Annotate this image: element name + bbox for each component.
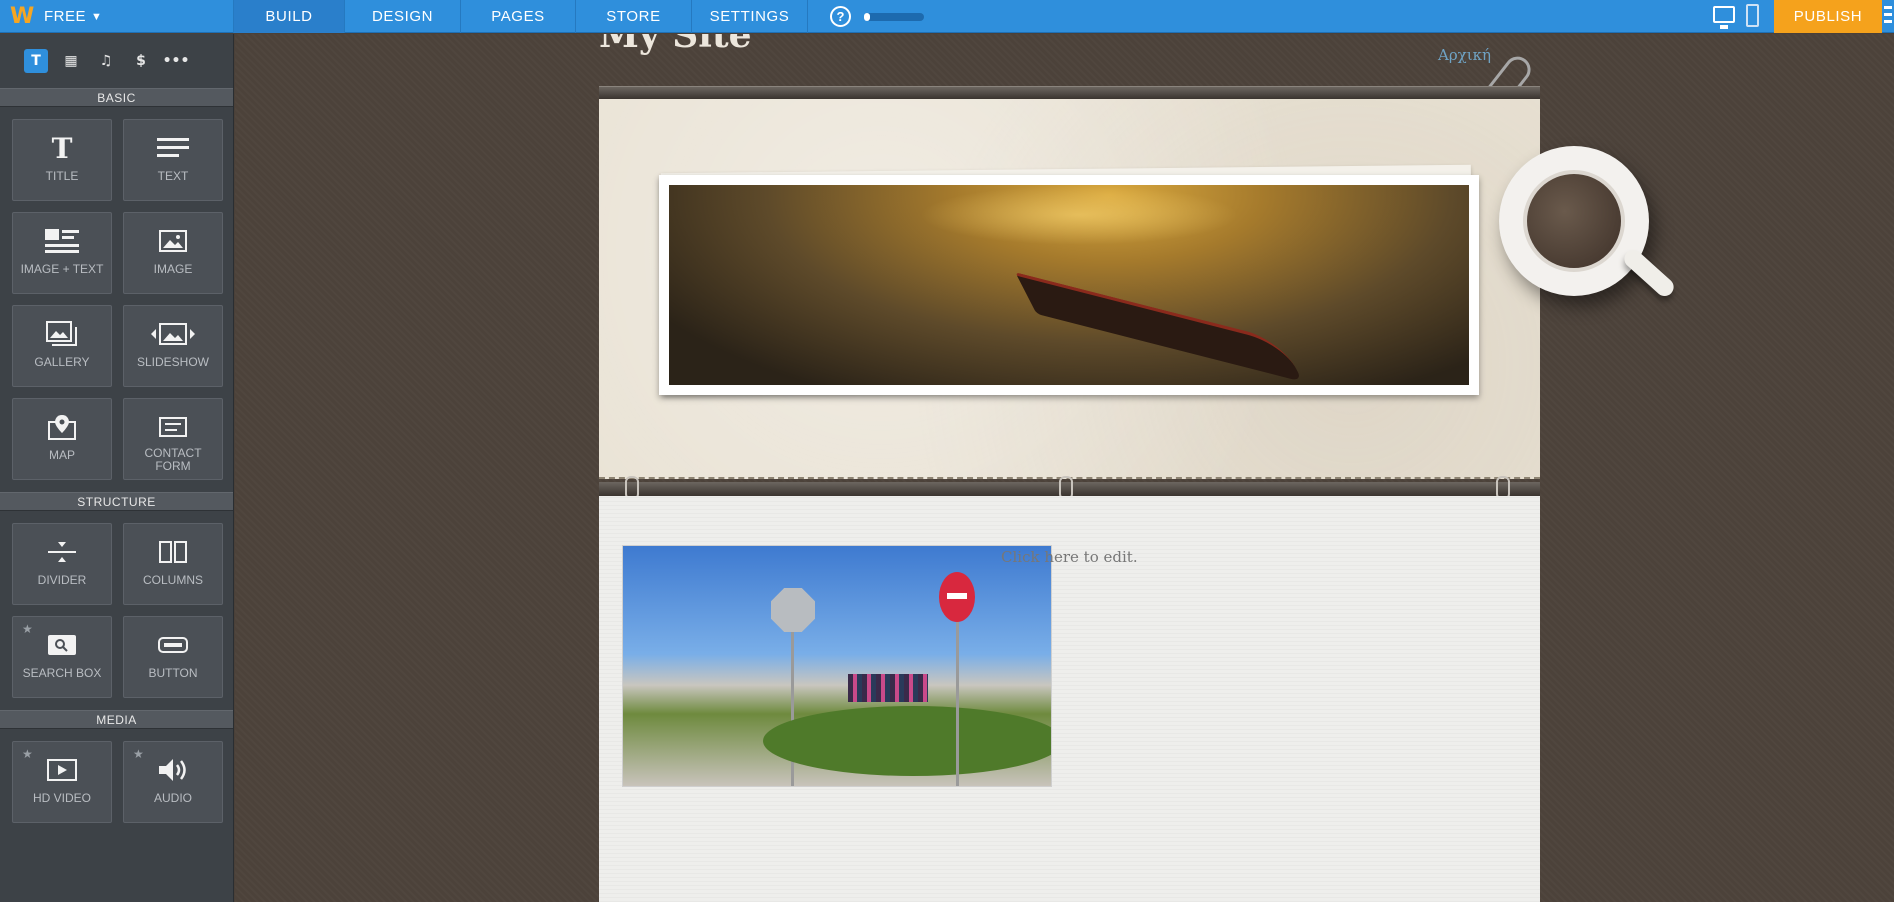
element-sidebar: T ▦ ♫ $ ••• BASIC T TITLE TEXT IMAGE + T…	[0, 34, 234, 902]
element-map[interactable]: MAP	[12, 398, 112, 480]
tile-label: SLIDESHOW	[136, 355, 209, 369]
layout-elements-icon[interactable]: ▦	[59, 49, 83, 73]
gallery-icon	[46, 316, 78, 352]
tile-label: TITLE	[45, 169, 79, 183]
tab-build[interactable]: BUILD	[234, 0, 345, 33]
map-pin-icon	[48, 409, 76, 445]
section-basic: BASIC	[0, 88, 233, 107]
tab-pages[interactable]: PAGES	[461, 0, 576, 33]
music-icon[interactable]: ♫	[94, 49, 118, 73]
section-structure: STRUCTURE	[0, 492, 233, 511]
people-group	[848, 674, 928, 702]
header-image-lake-boat	[669, 185, 1469, 385]
help-icon[interactable]: ?	[830, 6, 851, 27]
plan-label: FREE	[44, 8, 87, 25]
element-image[interactable]: IMAGE	[123, 212, 223, 294]
cup-handle	[1620, 246, 1678, 300]
sunlight-reflection	[919, 185, 1239, 245]
menu-icon[interactable]	[1884, 6, 1892, 26]
header-area[interactable]	[599, 99, 1540, 479]
header-image-frame[interactable]	[659, 175, 1479, 395]
text-icon	[157, 130, 189, 166]
editor-canvas: My Site Αρχική Click here to edit.	[235, 34, 1894, 902]
tile-label: MAP	[48, 448, 75, 462]
tile-label: IMAGE	[153, 262, 193, 276]
star-icon: ★	[133, 747, 144, 761]
speaker-icon	[157, 752, 189, 788]
content-area[interactable]: Click here to edit.	[599, 496, 1540, 902]
image-icon	[159, 223, 187, 259]
tile-label: IMAGE + TEXT	[20, 262, 104, 276]
element-gallery[interactable]: GALLERY	[12, 305, 112, 387]
sign-pole	[956, 620, 959, 786]
tab-store[interactable]: STORE	[576, 0, 692, 33]
main-tabs: BUILD DESIGN PAGES STORE SETTINGS	[234, 0, 808, 33]
search-icon	[48, 627, 76, 663]
star-icon: ★	[22, 747, 33, 761]
element-button[interactable]: BUTTON	[123, 616, 223, 698]
header-rail	[599, 86, 1540, 99]
progress-bar	[864, 13, 924, 21]
element-contact-form[interactable]: CONTACT FORM	[123, 398, 223, 480]
editable-text-block[interactable]: Click here to edit.	[1001, 548, 1138, 566]
element-columns[interactable]: COLUMNS	[123, 523, 223, 605]
site-title[interactable]: My Site	[599, 34, 752, 56]
plan-menu[interactable]: W FREE ▼	[0, 0, 234, 33]
element-divider[interactable]: DIVIDER	[12, 523, 112, 605]
weebly-logo-icon: W	[10, 3, 35, 29]
cup-coffee	[1523, 170, 1625, 272]
tile-label: CONTACT FORM	[144, 446, 202, 473]
tile-label: AUDIO	[153, 791, 192, 805]
columns-icon	[159, 534, 187, 570]
tile-label: BUTTON	[148, 666, 198, 680]
sidebar-toolbar: T ▦ ♫ $ •••	[0, 34, 233, 88]
element-hd-video[interactable]: ★ HD VIDEO	[12, 741, 112, 823]
sign-pole	[791, 632, 794, 786]
site-page: Click here to edit.	[599, 86, 1540, 902]
tile-label: COLUMNS	[142, 573, 203, 587]
chevron-down-icon: ▼	[91, 10, 102, 23]
tile-label: HD VIDEO	[32, 791, 91, 805]
desktop-view-icon[interactable]	[1713, 6, 1735, 29]
tab-design[interactable]: DESIGN	[345, 0, 461, 33]
progress-fill	[864, 13, 870, 21]
video-icon	[47, 752, 77, 788]
element-text[interactable]: TEXT	[123, 119, 223, 201]
section-media: MEDIA	[0, 710, 233, 729]
tile-label: SEARCH BOX	[22, 666, 102, 680]
element-title[interactable]: T TITLE	[12, 119, 112, 201]
grass-patch	[763, 706, 1051, 776]
text-elements-icon[interactable]: T	[24, 49, 48, 73]
content-image-street[interactable]	[622, 545, 1052, 787]
nav-link-home[interactable]: Αρχική	[1438, 46, 1491, 64]
more-icon[interactable]: •••	[163, 49, 190, 73]
media-grid: ★ HD VIDEO ★ AUDIO	[0, 729, 233, 835]
button-icon	[158, 627, 188, 663]
boat-shape	[1015, 272, 1303, 382]
no-entry-sign-shape	[939, 572, 975, 622]
tile-label: TEXT	[157, 169, 189, 183]
octagon-sign-shape	[771, 588, 815, 632]
mobile-view-icon[interactable]	[1746, 4, 1759, 27]
image-text-icon	[45, 223, 79, 259]
star-icon: ★	[22, 622, 33, 636]
divider-icon	[48, 534, 76, 570]
top-bar: W FREE ▼ BUILD DESIGN PAGES STORE SETTIN…	[0, 0, 1894, 33]
element-slideshow[interactable]: SLIDESHOW	[123, 305, 223, 387]
tile-label: DIVIDER	[37, 573, 87, 587]
element-audio[interactable]: ★ AUDIO	[123, 741, 223, 823]
tab-settings[interactable]: SETTINGS	[692, 0, 808, 33]
dollar-icon[interactable]: $	[129, 49, 153, 73]
structure-grid: DIVIDER COLUMNS ★ SEARCH BOX BUTTON	[0, 511, 233, 710]
element-image-text[interactable]: IMAGE + TEXT	[12, 212, 112, 294]
coffee-cup-decoration	[1499, 146, 1678, 300]
contact-form-icon	[159, 409, 187, 445]
publish-button[interactable]: PUBLISH	[1774, 0, 1882, 33]
tile-label: GALLERY	[34, 355, 90, 369]
title-icon: T	[51, 131, 73, 165]
element-search-box[interactable]: ★ SEARCH BOX	[12, 616, 112, 698]
slideshow-icon	[151, 316, 195, 352]
basic-grid: T TITLE TEXT IMAGE + TEXT IMAGE GALLERY …	[0, 107, 233, 492]
